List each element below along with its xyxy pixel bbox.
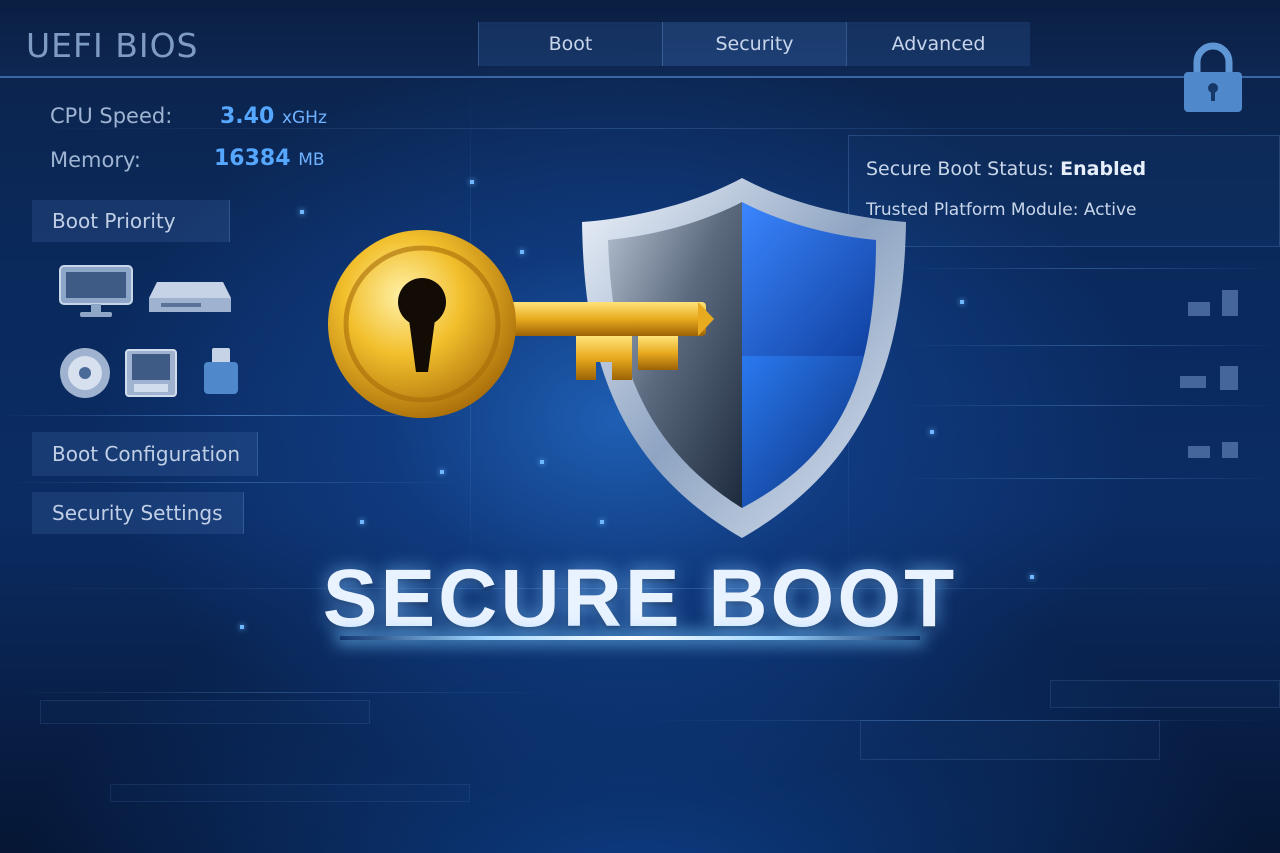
memory-number: 16384 [214, 146, 291, 171]
disc-icon[interactable] [58, 346, 112, 400]
usb-icon[interactable] [200, 346, 242, 396]
cpu-speed-number: 3.40 [220, 104, 275, 129]
title-glow-line [340, 636, 920, 640]
circuit-block [1050, 680, 1280, 708]
level-marker [1222, 290, 1238, 316]
security-settings-item[interactable]: Security Settings [32, 492, 244, 534]
data-dot [960, 300, 964, 304]
memory-unit: MB [298, 150, 325, 170]
divider-line [900, 345, 1280, 346]
data-dot [440, 470, 444, 474]
divider-line [900, 405, 1280, 406]
memory-label: Memory: [50, 148, 141, 172]
floppy-icon[interactable] [124, 348, 178, 398]
monitor-icon[interactable] [56, 262, 136, 320]
data-dot [360, 520, 364, 524]
level-marker [1180, 376, 1206, 388]
cpu-speed-value: 3.40 xGHz [220, 104, 327, 129]
cpu-speed-unit: xGHz [281, 108, 327, 128]
circuit-block [40, 700, 370, 724]
drive-icon[interactable] [147, 278, 233, 318]
memory-value: 16384 MB [214, 146, 325, 171]
circuit-block [860, 720, 1160, 760]
divider-line [900, 478, 1280, 479]
secure-boot-title: SECURE BOOT [322, 553, 958, 644]
bios-title: UEFI BIOS [26, 26, 199, 65]
divider-line [0, 692, 560, 693]
tab-advanced[interactable]: Advanced [846, 22, 1030, 66]
data-dot [470, 180, 474, 184]
boot-priority-header[interactable]: Boot Priority [32, 200, 230, 242]
level-marker [1220, 366, 1238, 390]
level-marker [1188, 302, 1210, 316]
level-marker [1188, 446, 1210, 458]
top-menu-bar: UEFI BIOS Boot Security Advanced [0, 0, 1280, 78]
level-marker [1222, 442, 1238, 458]
tab-security[interactable]: Security [662, 22, 846, 66]
circuit-block [110, 784, 470, 802]
divider-line [900, 268, 1280, 269]
divider-line [0, 482, 470, 483]
lock-icon [1184, 42, 1242, 112]
tpm-status-value: Active [1083, 200, 1137, 220]
key-icon [328, 230, 714, 418]
tab-boot[interactable]: Boot [478, 22, 662, 66]
boot-configuration-item[interactable]: Boot Configuration [32, 432, 258, 476]
data-dot [540, 460, 544, 464]
data-dot [930, 430, 934, 434]
secure-boot-status-value: Enabled [1060, 158, 1147, 180]
divider-line [0, 128, 1280, 129]
cpu-speed-label: CPU Speed: [50, 104, 173, 128]
data-dot [300, 210, 304, 214]
